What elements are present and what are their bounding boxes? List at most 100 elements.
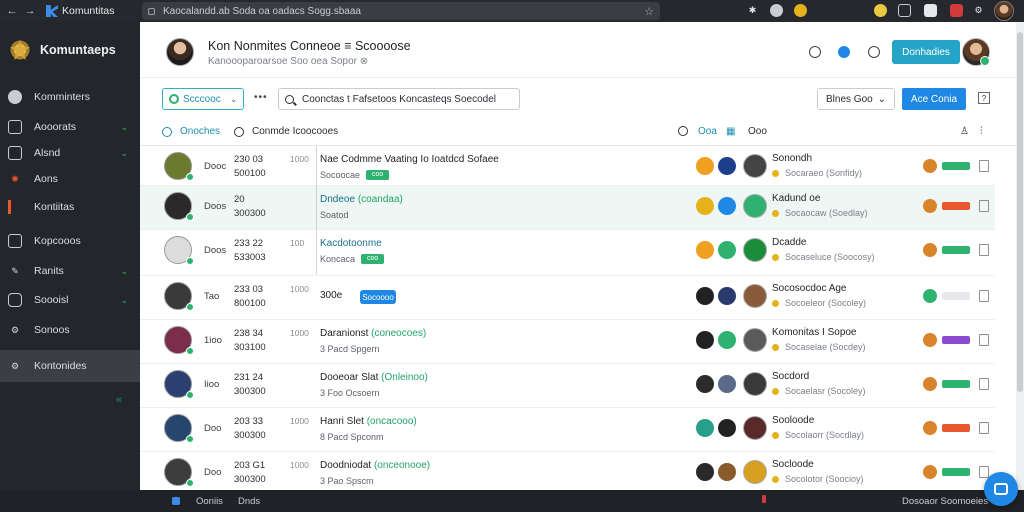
chevron-down-icon[interactable]: ⌄ xyxy=(120,122,128,133)
row-subject[interactable]: Nae Codmme Vaating Io Ioatdcd Sofaee xyxy=(320,154,499,165)
document-icon[interactable] xyxy=(924,4,937,17)
app-icon[interactable] xyxy=(718,375,736,393)
sidebar-item-inbox[interactable]: Aooorats ⌄ xyxy=(0,114,140,140)
search-input[interactable]: Coonctas t Fafsetoos Koncasteqs Soecodel xyxy=(278,88,520,110)
status-pill[interactable] xyxy=(942,202,970,210)
address-bar[interactable]: Kaocalandd.ab Soda oa oadacs Sogg.sbaaa … xyxy=(142,2,660,20)
app-icon[interactable] xyxy=(718,241,736,259)
agent-avatar[interactable] xyxy=(743,328,767,352)
help-icon[interactable]: ? xyxy=(978,92,990,104)
brand[interactable]: Komuntaeps xyxy=(0,22,140,78)
info-icon[interactable] xyxy=(770,4,783,17)
user-icon[interactable]: ♙ xyxy=(960,126,969,137)
sidebar-item-home[interactable]: Komminters xyxy=(0,84,140,110)
tab-open[interactable]: Ooa xyxy=(698,126,717,137)
channel-icon[interactable] xyxy=(696,197,714,215)
search-value[interactable]: Coonctas t Fafsetoos Koncasteqs Soecodel xyxy=(302,94,496,105)
grid-icon[interactable]: ▦ xyxy=(726,126,735,137)
row-checkbox[interactable] xyxy=(979,334,989,346)
priority-icon[interactable] xyxy=(923,377,937,391)
agent-avatar[interactable] xyxy=(743,238,767,262)
footer-item[interactable]: Dnds xyxy=(238,496,260,507)
priority-icon[interactable] xyxy=(923,159,937,173)
footer-item[interactable]: Dosoaor Soomoeies xyxy=(902,496,988,507)
filter-select[interactable]: Scccooc ⌄ xyxy=(162,88,244,110)
channel-icon[interactable] xyxy=(696,419,714,437)
row-subject[interactable]: Dooeoar Slat (Onleinoo) xyxy=(320,372,428,383)
priority-icon[interactable] xyxy=(923,333,937,347)
app-icon[interactable] xyxy=(718,463,736,481)
row-checkbox[interactable] xyxy=(979,200,989,212)
chevron-down-icon[interactable]: ⌄ xyxy=(120,266,128,277)
status-pill[interactable] xyxy=(942,468,970,476)
priority-icon[interactable] xyxy=(923,289,937,303)
alert-icon[interactable] xyxy=(950,4,963,17)
agent-avatar[interactable] xyxy=(743,372,767,396)
channel-icon[interactable] xyxy=(696,463,714,481)
agent-avatar[interactable] xyxy=(743,416,767,440)
dashboard-button[interactable]: Donhadies xyxy=(892,40,960,64)
sidebar-item-tag[interactable]: Kopcooos xyxy=(0,228,140,254)
table-row[interactable]: Doos 20 300300 Dndeoe (coandaa) Soatod Kadund… xyxy=(140,186,995,230)
app-icon[interactable] xyxy=(718,287,736,305)
url-text[interactable]: Kaocalandd.ab Soda oa oadacs Sogg.sbaaa xyxy=(163,6,644,17)
footer-item[interactable]: Ooniis xyxy=(196,496,223,507)
row-checkbox[interactable] xyxy=(979,290,989,302)
extension-icon[interactable]: ✱ xyxy=(746,4,759,17)
app-icon[interactable] xyxy=(718,197,736,215)
user-avatar[interactable] xyxy=(962,38,990,66)
agent-avatar[interactable] xyxy=(743,284,767,308)
row-checkbox[interactable] xyxy=(979,160,989,172)
row-subject[interactable]: Dndeoe (coandaa) xyxy=(320,194,403,205)
sort-select[interactable]: Blnes Goo ⌄ xyxy=(817,88,895,110)
avatar[interactable] xyxy=(166,38,194,66)
sidebar-item-settings[interactable]: ✺ Aons xyxy=(0,166,140,192)
agent-avatar[interactable] xyxy=(743,460,767,484)
priority-icon[interactable] xyxy=(923,465,937,479)
tab-other[interactable]: Ooo xyxy=(748,126,767,137)
sidebar-item-people[interactable]: ⚙ Kontonides xyxy=(0,350,140,382)
table-row[interactable]: Doos 233 22 533003 100 Kacdotoonme Koncaca coo… xyxy=(140,230,995,276)
bookmark-star-icon[interactable]: ☆ xyxy=(644,5,654,18)
grid-icon[interactable] xyxy=(898,4,911,17)
status-pill[interactable] xyxy=(942,424,970,432)
row-checkbox[interactable] xyxy=(979,378,989,390)
tab-contacts[interactable]: Conmde Icoocooes xyxy=(234,126,338,137)
back-icon[interactable]: ← xyxy=(6,5,18,17)
agent-avatar[interactable] xyxy=(743,194,767,218)
channel-icon[interactable] xyxy=(696,375,714,393)
sidebar-item-message[interactable]: Soooisl ⌄ xyxy=(0,287,140,313)
emoji-icon[interactable] xyxy=(794,4,807,17)
row-subject[interactable]: Hanri Slet (oncacooo) xyxy=(320,416,417,427)
table-row[interactable]: Dooc 230 03 500100 1000 Nae Codmme Vaating I… xyxy=(140,146,995,190)
app-icon[interactable] xyxy=(718,157,736,175)
priority-icon[interactable] xyxy=(923,421,937,435)
row-subject[interactable]: Doodniodat (onceonooe) xyxy=(320,460,430,471)
channel-icon[interactable] xyxy=(696,331,714,349)
status-pill[interactable] xyxy=(942,292,970,300)
row-checkbox[interactable] xyxy=(979,466,989,478)
tab-messages[interactable]: Onoches xyxy=(162,126,220,137)
status-pill[interactable] xyxy=(942,246,970,254)
chevron-down-icon[interactable]: ⌄ xyxy=(120,148,128,159)
app-icon[interactable] xyxy=(718,331,736,349)
add-contact-button[interactable]: Ace Conia xyxy=(902,88,966,110)
row-checkbox[interactable] xyxy=(979,422,989,434)
sidebar-item-gear[interactable]: ⚙ Sonoos xyxy=(0,317,140,343)
row-subject[interactable]: 300e xyxy=(320,290,342,301)
profile-avatar[interactable] xyxy=(994,1,1014,21)
settings-icon[interactable]: ⚙ xyxy=(972,4,985,17)
info-icon[interactable] xyxy=(838,46,850,58)
sidebar-collapse-icon[interactable]: « xyxy=(116,394,122,406)
channel-icon[interactable] xyxy=(696,287,714,305)
row-checkbox[interactable] xyxy=(979,244,989,256)
row-subject[interactable]: Kacdotoonme xyxy=(320,238,382,249)
help-icon[interactable] xyxy=(868,46,880,58)
filter-icon[interactable]: ⫶ xyxy=(980,126,983,137)
search-icon[interactable] xyxy=(678,126,696,136)
app-icon[interactable] xyxy=(718,419,736,437)
browser-tab-title[interactable]: Komuntitas xyxy=(62,5,142,17)
status-pill[interactable] xyxy=(942,336,970,344)
notification-icon[interactable] xyxy=(874,4,887,17)
search-icon[interactable] xyxy=(809,46,821,58)
